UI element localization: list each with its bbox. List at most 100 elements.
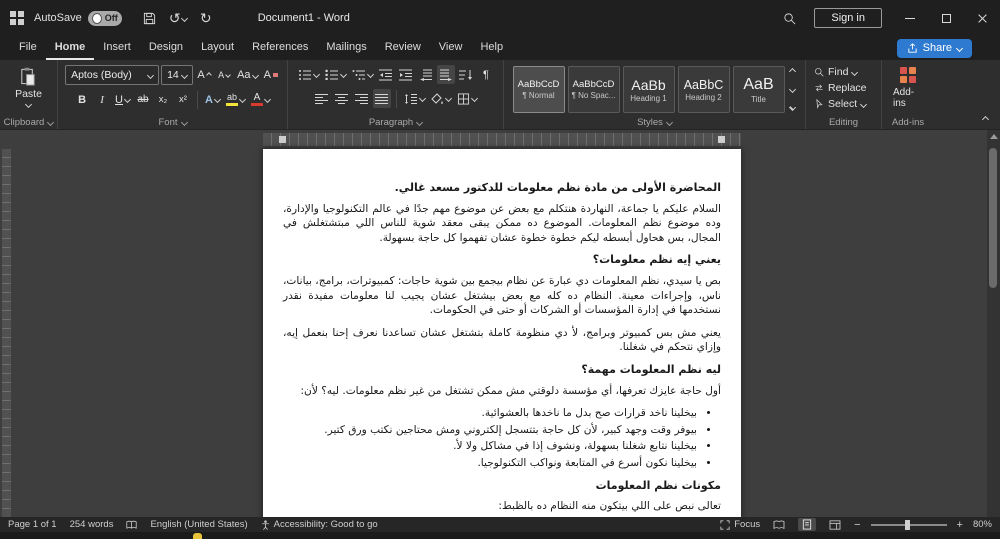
indent-marker-left[interactable] <box>279 136 286 143</box>
close-button[interactable] <box>964 0 1000 36</box>
superscript-button[interactable]: x² <box>174 90 192 109</box>
redo-button[interactable]: ↻ <box>194 6 218 30</box>
tab-design[interactable]: Design <box>140 37 192 60</box>
styles-more-icon[interactable] <box>788 103 796 112</box>
maximize-button[interactable] <box>928 0 964 36</box>
indent-marker-right[interactable] <box>718 136 725 143</box>
styles-scroll-down-icon[interactable] <box>788 85 796 94</box>
page-count[interactable]: Page 1 of 1 <box>8 519 57 530</box>
focus-mode-button[interactable]: Focus <box>720 519 760 530</box>
tab-layout[interactable]: Layout <box>192 37 243 60</box>
tab-mailings[interactable]: Mailings <box>317 37 375 60</box>
scroll-up-icon[interactable] <box>990 134 998 139</box>
zoom-slider-thumb[interactable] <box>904 519 910 530</box>
autosave-control[interactable]: AutoSave Off <box>34 10 122 26</box>
bold-button[interactable]: B <box>73 90 91 109</box>
justify-button[interactable] <box>372 89 391 108</box>
share-button[interactable]: Share <box>896 38 972 58</box>
numbered-list-button[interactable] <box>323 65 348 84</box>
font-dialog-launcher-icon[interactable] <box>180 118 188 127</box>
app-menu-icon[interactable] <box>10 11 24 25</box>
tab-insert[interactable]: Insert <box>94 37 140 60</box>
style-heading-2[interactable]: AaBbC Heading 2 <box>677 66 730 113</box>
align-center-button[interactable] <box>333 89 351 108</box>
tab-file[interactable]: File <box>10 37 46 60</box>
font-color-button[interactable]: A <box>249 90 272 109</box>
multilevel-list-button[interactable] <box>350 65 375 84</box>
style-no-spacing[interactable]: AaBbCcD ¶ No Spac... <box>567 66 620 113</box>
clipboard-dialog-launcher-icon[interactable] <box>47 118 55 127</box>
style-title[interactable]: AaB Title <box>732 66 785 113</box>
show-paragraph-marks-button[interactable]: ¶ <box>477 65 495 84</box>
tab-references[interactable]: References <box>243 37 317 60</box>
print-layout-button[interactable] <box>798 518 817 531</box>
clear-formatting-button[interactable]: A <box>262 66 280 85</box>
align-right-icon <box>354 93 368 104</box>
find-button[interactable]: Find <box>811 64 860 80</box>
tab-help[interactable]: Help <box>471 37 512 60</box>
shading-button[interactable] <box>429 89 453 108</box>
tab-home[interactable]: Home <box>45 37 95 60</box>
align-left-button[interactable] <box>313 89 331 108</box>
language-status[interactable]: English (United States) <box>150 519 247 530</box>
zoom-in-button[interactable]: + <box>957 519 963 530</box>
select-button[interactable]: Select <box>811 96 869 112</box>
taskbar-app-icon[interactable] <box>193 533 202 539</box>
shrink-font-button[interactable]: A <box>215 66 233 85</box>
paragraph-dialog-launcher-icon[interactable] <box>416 118 424 127</box>
italic-button[interactable]: I <box>93 90 111 109</box>
tab-review[interactable]: Review <box>376 37 430 60</box>
sign-in-button[interactable]: Sign in <box>814 8 882 28</box>
sort-button[interactable] <box>457 65 475 84</box>
zoom-slider[interactable] <box>870 519 947 530</box>
paste-button[interactable]: Paste <box>5 64 52 110</box>
subscript-button[interactable]: x₂ <box>154 90 172 109</box>
vertical-scrollbar[interactable] <box>987 130 1000 517</box>
autosave-toggle[interactable]: Off <box>87 10 122 26</box>
align-right-button[interactable] <box>353 89 371 108</box>
strikethrough-button[interactable]: ab <box>134 90 152 109</box>
font-size-select[interactable]: 14 <box>161 65 194 85</box>
line-spacing-button[interactable] <box>402 89 427 108</box>
bullet-list-button[interactable] <box>296 65 321 84</box>
proofing-status[interactable] <box>126 520 138 530</box>
right-to-left-button[interactable] <box>437 65 455 84</box>
find-chevron-icon <box>851 68 859 76</box>
undo-button[interactable]: ↺ <box>166 6 190 30</box>
document-page[interactable]: المحاضرة الأولى من مادة نظم معلومات للدك… <box>263 149 741 517</box>
read-mode-button[interactable] <box>770 518 788 531</box>
zoom-level[interactable]: 80% <box>973 519 992 530</box>
addins-button[interactable]: Add-ins <box>887 64 929 112</box>
style-heading-1[interactable]: AaBb Heading 1 <box>622 66 675 113</box>
scrollbar-thumb[interactable] <box>989 148 997 288</box>
doc-bullet-item: بيوفر وقت وجهد كبير، لأن كل حاجة بتتسجل … <box>283 423 697 438</box>
horizontal-ruler[interactable] <box>263 133 741 146</box>
vertical-ruler[interactable] <box>2 149 11 517</box>
web-layout-button[interactable] <box>826 518 844 531</box>
shading-chevron-icon <box>444 94 452 103</box>
search-button[interactable] <box>774 6 804 30</box>
minimize-button[interactable] <box>892 0 928 36</box>
decrease-indent-button[interactable] <box>377 65 395 84</box>
doc-bullet-item: بيخلينا نتابع شغلنا بسهولة، ونشوف إذا في… <box>283 439 697 454</box>
tab-view[interactable]: View <box>430 37 472 60</box>
change-case-button[interactable]: Aa <box>235 66 259 85</box>
left-to-right-button[interactable] <box>417 65 435 84</box>
styles-dialog-launcher-icon[interactable] <box>665 118 673 127</box>
zoom-out-button[interactable]: − <box>854 519 860 530</box>
word-count[interactable]: 254 words <box>70 519 114 530</box>
autosave-state: Off <box>104 13 118 23</box>
underline-button[interactable]: U <box>113 90 132 109</box>
text-effects-button[interactable]: A <box>203 90 222 109</box>
increase-indent-button[interactable] <box>397 65 415 84</box>
highlight-color-button[interactable]: ab <box>224 90 247 109</box>
collapse-ribbon-button[interactable] <box>976 112 994 126</box>
styles-scroll-up-icon[interactable] <box>788 67 796 76</box>
style-normal[interactable]: AaBbCcD ¶ Normal <box>512 66 565 113</box>
accessibility-status[interactable]: Accessibility: Good to go <box>261 519 378 530</box>
grow-font-button[interactable]: A <box>195 66 213 85</box>
replace-button[interactable]: Replace <box>811 80 870 96</box>
save-button[interactable] <box>138 6 162 30</box>
font-name-select[interactable]: Aptos (Body) <box>65 65 160 85</box>
borders-button[interactable] <box>455 89 479 108</box>
